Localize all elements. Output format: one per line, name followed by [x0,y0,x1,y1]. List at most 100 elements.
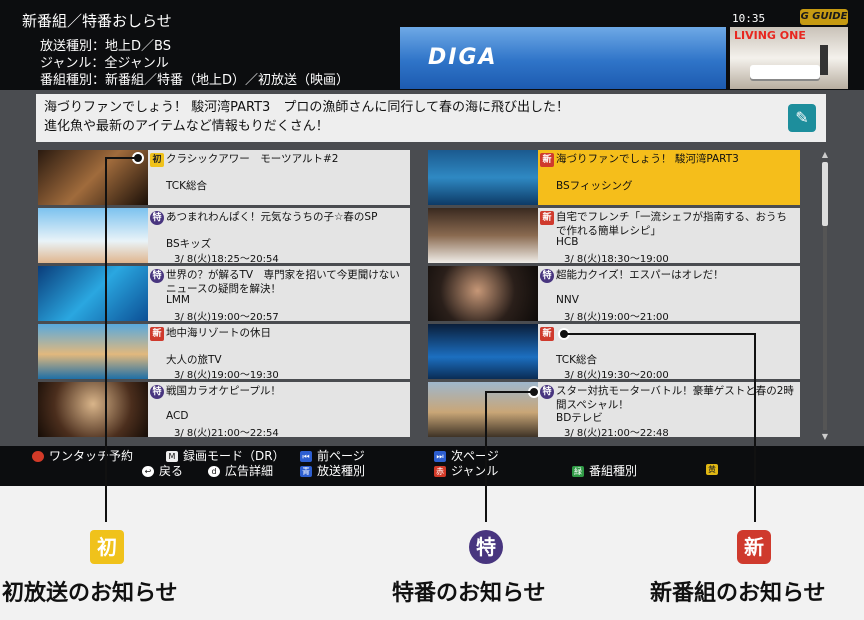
ad-banner-diga[interactable]: DIGA [400,27,726,89]
new-program-legend-icon: 新 [737,530,771,564]
program-title: 世界の？が解るTV 専門家を招いて今更聞けないニュースの疑問を解決！ [166,269,400,295]
ad-living-text: LIVING ONE [734,29,806,42]
back-label: 戻る [159,464,184,478]
ad-detail-hint[interactable]: d 広告詳細 [208,462,273,479]
first-broadcast-legend-icon: 初 [90,530,124,564]
program-type-hint[interactable]: 緑番組種別 [572,462,637,479]
program-description: 海づりファンでしょう！ 駿河湾PART3 プロの漁師さんに同行して春の海に飛び出… [36,94,826,142]
first-broadcast-icon: 初 [150,153,164,167]
program-time: 3/ 8(火)19:00～20:57 [174,312,279,321]
ad-banner-living[interactable]: LIVING ONE [730,27,848,89]
back-icon: ↩ [142,466,154,477]
program-channel: BSキッズ [166,238,212,250]
program-card-left-3[interactable]: 特 世界の？が解るTV 専門家を招いて今更聞けないニュースの疑問を解決！ LMM… [38,266,410,321]
ad-detail-label: 広告詳細 [225,464,274,478]
thumbnail-network [38,266,148,321]
program-card-left-5[interactable]: 特 戦国カラオケピープル！ ACD 3/ 8(火)21:00～22:54 [38,382,410,437]
green-key-icon: 緑 [572,466,584,477]
program-card-right-3[interactable]: 特 超能力クイズ！エスパーはオレだ！ NNV 3/ 8(火)19:00～21:0… [428,266,800,321]
program-channel: ACD [166,410,189,422]
program-time: 3/ 8(火)18:30～19:00 [564,254,669,263]
scroll-thumb[interactable] [822,162,828,226]
thumbnail-kids [38,208,148,263]
program-channel: 大人の旅TV [166,354,222,366]
red-key-icon: 赤 [434,466,446,477]
program-card-right-5[interactable]: 特 スター対抗モーターバトル！豪華ゲストと春の2時間スペシャル！ BDテレビ 3… [428,382,800,437]
program-channel: BSフィッシング [556,180,633,192]
thumbnail-cyber [428,324,538,379]
program-card-left-4[interactable]: 新 地中海リゾートの休日 大人の旅TV 3/ 8(火)19:00～19:30 [38,324,410,379]
program-time: 3/ 8(火)21:00～22:54 [174,428,279,437]
prev-page-label: 前ページ [317,449,365,463]
thumbnail-karaoke [38,382,148,437]
thumbnail-tuna [428,150,538,205]
ad-diga-text: DIGA [428,45,498,70]
thumbnail-esper [428,266,538,321]
program-time: 3/ 8(火)18:25～20:54 [174,254,279,263]
rec-mode-label: 録画モード（DR） [183,449,285,463]
yellow-key-hint[interactable]: 黄 [706,462,723,476]
callout-line-new-h [564,333,755,335]
ad-link-icon[interactable]: ✎ [788,104,816,132]
special-program-icon: 特 [540,269,554,283]
program-channel: TCK総合 [556,354,598,366]
tv-screen: 新番組／特番おしらせ 放送種別：地上D／BS ジャンル：全ジャンル 番組種別：新… [0,0,864,486]
skip-back-icon: ⏮ [300,451,312,462]
special-program-icon: 特 [540,385,554,399]
program-time: 3/ 8(火)19:30～20:00 [564,370,669,379]
program-title: クラシックアワー モーツアルト#2 [166,153,339,165]
program-channel: LMM [166,294,190,306]
program-title: スター対抗モーターバトル！豪華ゲストと春の2時間スペシャル！ [556,385,794,411]
program-title: あつまれわんぱく！元気なうちの子☆春のSP [166,211,378,223]
scroll-up-icon[interactable]: ▲ [820,150,830,159]
program-title: 地中海リゾートの休日 [166,327,271,339]
description-line-2: 進化魚や最新のアイテムなど情報もりだくさん！ [44,119,329,134]
thumbnail-french [428,208,538,263]
program-time: 3/ 8(火)19:00～19:30 [174,370,279,379]
program-channel: HCB [556,236,579,248]
yellow-key-icon: 黄 [706,464,718,475]
program-channel: NNV [556,294,579,306]
page-title: 新番組／特番おしらせ [22,12,172,30]
description-line-1: 海づりファンでしょう！ 駿河湾PART3 プロの漁師さんに同行して春の海に飛び出… [44,100,569,115]
program-type-filter: 番組種別：新番組／特番（地上D）／初放送（映画） [40,73,350,88]
program-channel: BDテレビ [556,412,603,424]
next-page-label: 次ページ [451,449,499,463]
sofa-image [750,65,820,79]
special-program-icon: 特 [150,269,164,283]
broadcast-type-hint[interactable]: 青放送種別 [300,462,365,479]
new-program-icon: 新 [540,211,554,225]
clock: 10:35 [732,12,766,25]
callout-line-special-h [486,391,532,393]
new-program-legend-label: 新番組のお知らせ [650,581,826,606]
footer-key-guide: ワンタッチ予約 M 録画モード（DR） ⏮ 前ページ ⏭ 次ページ ↩ 戻る d 広告詳細… [0,446,864,486]
broadcast-type-label: 放送種別 [317,464,366,478]
header: 新番組／特番おしらせ 放送種別：地上D／BS ジャンル：全ジャンル 番組種別：新… [0,0,864,90]
gguide-logo: G GUIDE [800,9,848,25]
program-channel: TCK総合 [166,180,208,192]
new-program-icon: 新 [150,327,164,341]
program-card-right-1-selected[interactable]: 新 海づりファンでしょう！ 駿河湾PART3 BSフィッシング [428,150,800,205]
callout-line-special-v [485,391,487,522]
special-program-legend-icon: 特 [469,530,503,564]
first-broadcast-legend-label: 初放送のお知らせ [2,581,178,606]
record-button-icon [32,451,44,462]
genre-hint[interactable]: 赤ジャンル [434,462,498,479]
program-card-left-1[interactable]: 初 クラシックアワー モーツアルト#2 TCK総合 [38,150,410,205]
callout-line-first-v [105,157,107,522]
callout-line-new-v [754,333,756,522]
callout-line-first-h [106,157,136,159]
thumbnail-resort [38,324,148,379]
onetouch-label: ワンタッチ予約 [49,449,134,463]
program-type-label: 番組種別 [589,464,638,478]
d-key-icon: d [208,466,220,477]
scroll-down-icon[interactable]: ▼ [820,432,830,441]
skip-forward-icon: ⏭ [434,451,446,462]
program-card-right-2[interactable]: 新 自宅でフレンチ「一流シェフが指南する、おうちで作れる簡単レシピ」 HCB 3… [428,208,800,263]
m-key-icon: M [166,451,178,462]
onetouch-reserve-hint[interactable]: ワンタッチ予約 [32,447,133,464]
program-title: 海づりファンでしょう！ 駿河湾PART3 [556,153,739,165]
program-card-left-2[interactable]: 特 あつまれわんぱく！元気なうちの子☆春のSP BSキッズ 3/ 8(火)18:… [38,208,410,263]
back-hint[interactable]: ↩ 戻る [142,462,183,479]
scrollbar[interactable]: ▲ ▼ [820,150,830,442]
